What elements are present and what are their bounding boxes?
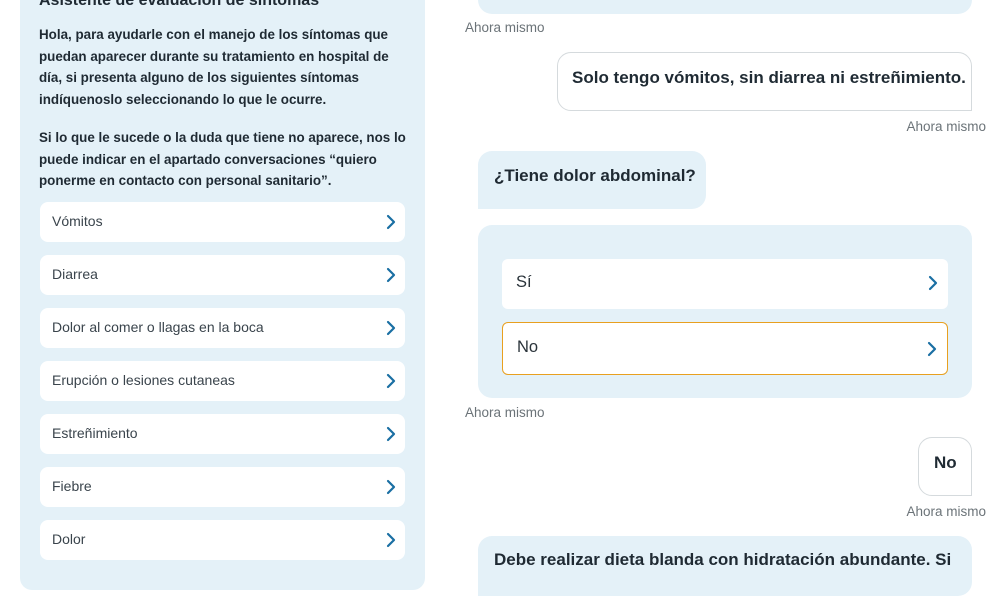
symptom-item-vomitos[interactable]: Vómitos xyxy=(40,202,405,242)
chevron-right-icon xyxy=(382,531,400,549)
chevron-right-icon xyxy=(923,340,941,358)
chevron-right-icon xyxy=(382,319,400,337)
intro-contact-text: Si lo que le sucede o la duda que tiene … xyxy=(39,130,406,188)
answer-options-card: Sí No xyxy=(478,225,972,398)
option-no[interactable]: No xyxy=(502,322,948,375)
user-message-bubble: Solo tengo vómitos, sin diarrea ni estre… xyxy=(557,52,972,111)
symptom-item-dolor[interactable]: Dolor xyxy=(40,520,405,560)
chevron-right-icon xyxy=(924,274,942,292)
symptom-label: Dolor al comer o llagas en la boca xyxy=(52,319,264,335)
intro-text: Hola, para ayudarle con el manejo de los… xyxy=(39,27,389,107)
symptom-item-fiebre[interactable]: Fiebre xyxy=(40,467,405,507)
symptom-assistant-panel: Asistente de evaluación de síntomas Hola… xyxy=(20,0,425,590)
symptom-label: Dolor xyxy=(52,531,86,547)
symptom-item-erupcion[interactable]: Erupción o lesiones cutaneas xyxy=(40,361,405,401)
user-message-bubble: No xyxy=(918,437,972,496)
timestamp: Ahora mismo xyxy=(906,504,986,519)
timestamp: Ahora mismo xyxy=(906,119,986,134)
option-si[interactable]: Sí xyxy=(502,259,948,309)
user-message-text: Solo tengo vómitos, sin diarrea ni estre… xyxy=(572,68,966,87)
panel-title: Asistente de evaluación de síntomas xyxy=(39,0,320,9)
option-label: No xyxy=(517,338,539,356)
bot-question-text: ¿Tiene dolor abdominal? xyxy=(494,166,696,185)
symptom-label: Diarrea xyxy=(52,266,98,282)
bot-answer-bubble: Debe realizar dieta blanda con hidrataci… xyxy=(478,536,972,596)
symptom-label: Vómitos xyxy=(52,213,103,229)
bot-question-bubble: ¿Tiene dolor abdominal? xyxy=(478,151,706,209)
symptom-item-estrenimiento[interactable]: Estreñimiento xyxy=(40,414,405,454)
chevron-right-icon xyxy=(382,266,400,284)
bot-answer-text: Debe realizar dieta blanda con hidrataci… xyxy=(494,550,952,569)
symptom-item-diarrea[interactable]: Diarrea xyxy=(40,255,405,295)
option-label: Sí xyxy=(516,273,532,291)
symptom-label: Erupción o lesiones cutaneas xyxy=(52,372,235,388)
chevron-right-icon xyxy=(382,213,400,231)
chevron-right-icon xyxy=(382,372,400,390)
timestamp: Ahora mismo xyxy=(465,405,545,420)
chevron-right-icon xyxy=(382,478,400,496)
symptom-label: Estreñimiento xyxy=(52,425,138,441)
timestamp: Ahora mismo xyxy=(465,20,545,35)
bot-message-bubble xyxy=(478,0,972,14)
chevron-right-icon xyxy=(382,425,400,443)
user-message-text: No xyxy=(934,453,957,472)
symptom-label: Fiebre xyxy=(52,478,92,494)
symptom-item-dolor-comer[interactable]: Dolor al comer o llagas en la boca xyxy=(40,308,405,348)
